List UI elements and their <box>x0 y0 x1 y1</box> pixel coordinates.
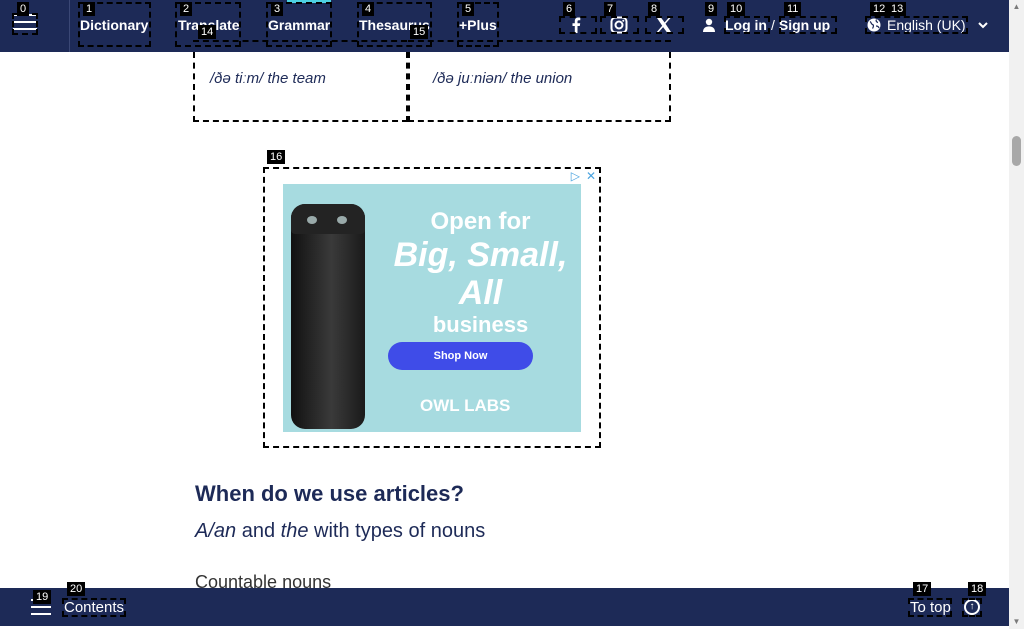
annotation-label-16: 16 <box>267 150 286 164</box>
table-cell-team: /ðə tiːm/ the team <box>193 52 408 122</box>
annotation-label-9: 9 <box>705 2 718 16</box>
annotation-label-8: 8 <box>648 2 661 16</box>
scrollbar-track[interactable] <box>1009 0 1024 629</box>
annotation-label-13: 13 <box>888 2 907 16</box>
annotation-box <box>865 16 968 34</box>
annotation-label-7: 7 <box>604 2 617 16</box>
annotation-box <box>193 40 407 46</box>
annotation-label-19: 19 <box>33 590 52 604</box>
annotation-label-15: 15 <box>410 25 429 39</box>
ad-brand-logo: OWL LABS <box>420 396 511 415</box>
page: Dictionary Translate Grammar Thesaurus +… <box>0 0 1024 629</box>
annotation-box <box>408 40 671 46</box>
adchoices-icon[interactable]: ▷ <box>571 169 580 183</box>
annotation-label-10: 10 <box>727 2 746 16</box>
ad-controls: ▷ ✕ <box>571 169 596 183</box>
annotation-label-18: 18 <box>968 582 987 596</box>
subheading-and: and <box>236 520 281 542</box>
advertisement[interactable]: ▷ ✕ Open for Big, Small, All business Sh… <box>263 167 601 448</box>
annotation-box <box>779 16 837 34</box>
table-cell-union: /ðə juːniən/ the union <box>408 52 671 122</box>
auth-separator: / <box>771 17 775 33</box>
annotation-label-4: 4 <box>362 2 375 16</box>
annotation-box <box>908 598 952 617</box>
section-heading: When do we use articles? <box>195 481 464 506</box>
annotation-label-17: 17 <box>913 582 932 596</box>
annotation-label-3: 3 <box>271 2 284 16</box>
ad-creative[interactable]: Open for Big, Small, All business Shop N… <box>283 184 581 432</box>
annotation-label-2: 2 <box>180 2 193 16</box>
annotation-label-11: 11 <box>784 2 802 16</box>
annotation-box <box>962 598 982 617</box>
annotation-box <box>600 16 639 34</box>
subheading-a-an: A/an <box>195 520 237 542</box>
nav-divider <box>69 0 70 52</box>
annotation-box <box>559 16 597 34</box>
annotation-label-5: 5 <box>462 2 475 16</box>
annotation-box <box>12 13 38 35</box>
annotation-label-6: 6 <box>563 2 576 16</box>
user-icon <box>703 18 715 32</box>
annotation-label-20: 20 <box>67 582 86 596</box>
scroll-up-arrow-icon[interactable]: ▲ <box>1012 2 1021 11</box>
speaker-image <box>291 204 365 429</box>
ad-line-1: Open for <box>430 208 531 235</box>
chevron-down-icon <box>977 21 988 28</box>
scrollbar-thumb[interactable] <box>1012 136 1021 166</box>
pronunciation-team: /ðə tiːm/ the team <box>210 70 326 87</box>
annotation-label-14: 14 <box>198 25 217 39</box>
subheading-the: the <box>280 520 309 542</box>
pronunciation-union: /ðə juːniən/ the union <box>433 70 573 87</box>
ad-line-3: business <box>432 312 529 337</box>
scroll-down-arrow-icon[interactable]: ▼ <box>1012 617 1021 626</box>
annotation-box <box>645 16 684 34</box>
annotation-label-0: 0 <box>17 2 30 16</box>
annotation-box <box>724 16 770 34</box>
section-subheading: A/an and the with types of nouns <box>195 520 485 543</box>
bottom-bar: Contents To top ↑ <box>0 588 1009 626</box>
ad-shop-now-button[interactable]: Shop Now <box>388 342 533 370</box>
subheading-rest: with types of nouns <box>308 520 486 542</box>
annotation-label-1: 1 <box>83 2 96 16</box>
annotation-label-12: 12 <box>870 2 889 16</box>
ad-headline: Open for Big, Small, All business <box>383 208 578 338</box>
close-icon[interactable]: ✕ <box>586 169 596 183</box>
annotation-box <box>62 598 126 617</box>
ad-line-2: Big, Small, All <box>393 236 568 312</box>
